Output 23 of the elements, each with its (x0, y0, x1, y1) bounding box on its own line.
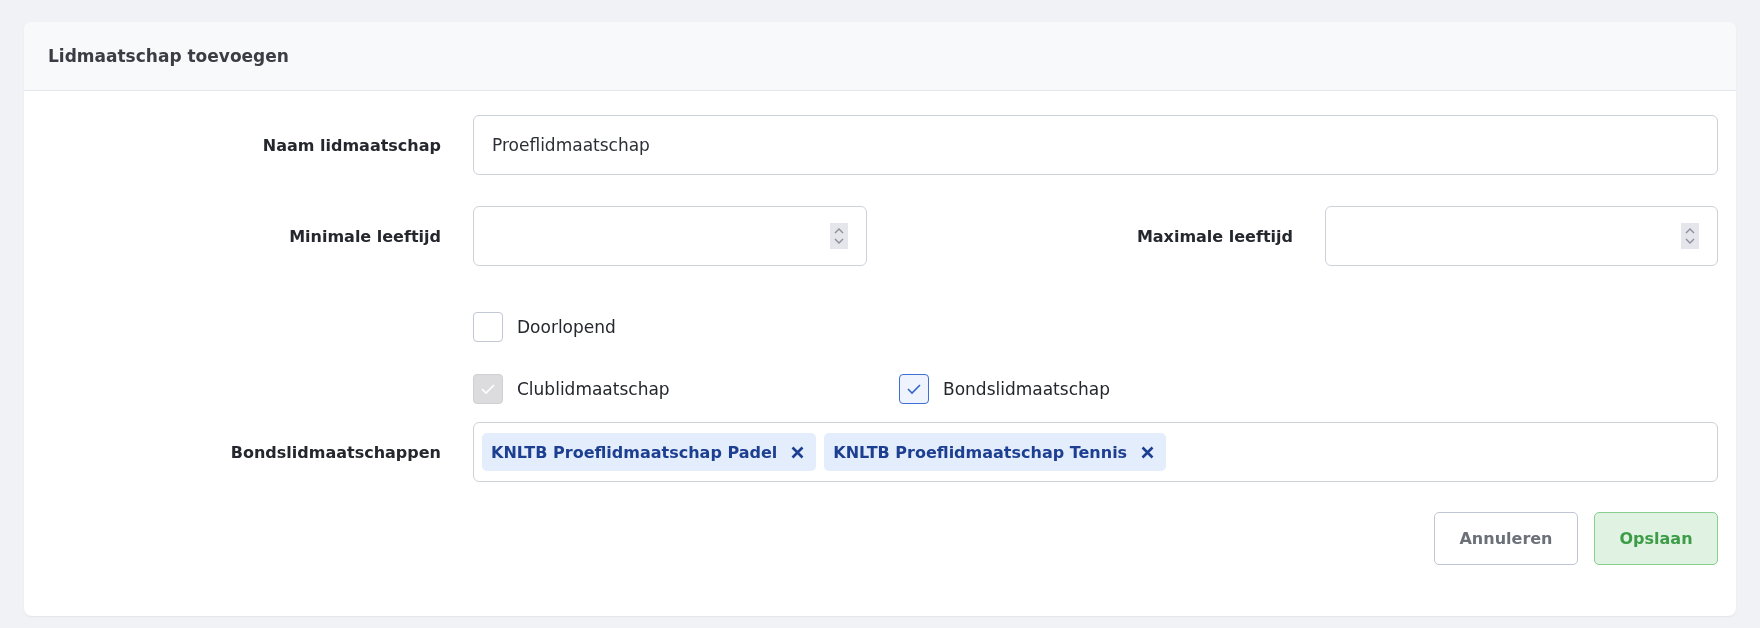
card-title: Lidmaatschap toevoegen (48, 46, 289, 66)
spinner-icon[interactable] (830, 223, 848, 249)
tag-label: KNLTB Proeflidmaatschap Padel (491, 442, 778, 462)
checkbox-label: Clublidmaatschap (517, 379, 670, 399)
number-input-field[interactable] (1325, 206, 1718, 266)
name-input-field[interactable]: Proeflidmaatschap (473, 115, 1718, 175)
check-icon (480, 383, 496, 395)
spinner-icon[interactable] (1681, 223, 1699, 249)
field-label: Minimale leeftijd (288, 226, 442, 246)
checkbox-label: Doorlopend (517, 317, 616, 337)
field-label: Naam lidmaatschap (261, 135, 442, 155)
check-icon (906, 383, 922, 395)
checkbox[interactable] (473, 312, 503, 342)
number-input-field[interactable] (473, 206, 867, 266)
field-label: Bondslidmaatschappen (229, 442, 442, 462)
checkbox[interactable] (899, 374, 929, 404)
tag-label: KNLTB Proeflidmaatschap Tennis (833, 442, 1128, 462)
checkbox-label: Bondslidmaatschap (943, 379, 1110, 399)
remove-icon[interactable] (1141, 445, 1155, 459)
tag-input-field[interactable]: KNLTB Proeflidmaatschap Padel KNLTB Proeflidmaatschap Tennis (473, 422, 1718, 482)
remove-icon[interactable] (791, 445, 805, 459)
field-label: Maximale leeftijd (1135, 226, 1294, 246)
cancel-button[interactable]: Annuleren (1434, 512, 1578, 565)
